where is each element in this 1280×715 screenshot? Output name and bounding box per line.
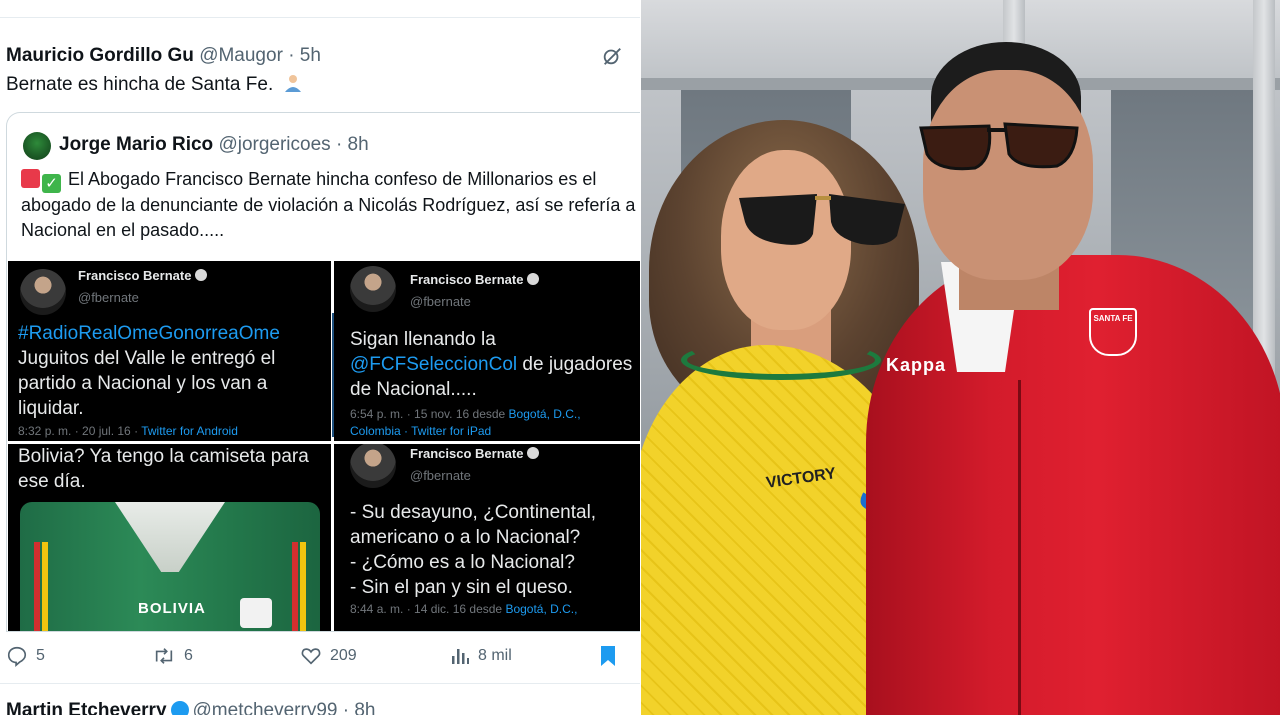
next-tweet-header: Martin Etcheverry @metcheverry99 · 8h (6, 700, 376, 715)
embedded-tweet-text: Bolivia? Ya tengo la camiseta para ese d… (18, 446, 309, 492)
retweet-icon (155, 648, 173, 664)
avatar (350, 266, 396, 312)
media-image-1[interactable]: Francisco Bernate @fbernate #RadioRealOm… (8, 261, 331, 441)
separator-dot: · (342, 700, 350, 715)
avatar (350, 444, 396, 488)
media-image-3[interactable]: Bolivia? Ya tengo la camiseta para ese d… (8, 444, 331, 631)
views-icon (452, 649, 469, 664)
sunglasses-icon (739, 194, 905, 245)
couple-photo: VICTORY fresh Kappa SANTA FE (641, 0, 1280, 715)
views-button[interactable]: 8 mil (450, 640, 512, 672)
check-mark-icon: ✓ (42, 174, 61, 193)
author-name[interactable]: Mauricio Gordillo Gu (6, 45, 194, 66)
jacket-brand: Kappa (886, 355, 947, 375)
embedded-author-handle: @fbernate (78, 290, 139, 305)
quoted-author-handle[interactable]: @jorgericoes (218, 134, 330, 155)
tweet-actions: 5 6 209 8 mil (0, 640, 640, 672)
quoted-tweet-time[interactable]: 8h (348, 134, 369, 155)
crest-icon (240, 598, 272, 628)
retweet-count: 6 (184, 647, 193, 664)
separator-dot: · (335, 134, 343, 155)
quoted-tweet[interactable]: Jorge Mario Rico @jorgericoes · 8h ✓ El … (6, 112, 640, 632)
red-jacket (866, 255, 1280, 715)
embedded-tweet-text: Sigan llenando la @FCFSeleccionCol de ju… (350, 327, 640, 402)
next-tweet-time[interactable]: 8h (354, 700, 375, 715)
avatar[interactable] (23, 132, 51, 160)
tweet-screenshot: Mauricio Gordillo Gu @Maugor · 5h Bernat… (0, 0, 640, 715)
divider (0, 17, 640, 18)
reply-button[interactable]: 5 (6, 640, 45, 672)
next-author-name[interactable]: Martin Etcheverry (6, 700, 167, 715)
embedded-meta: 8:44 a. m. · 14 dic. 16 desde Bogotá, D.… (350, 602, 578, 616)
embedded-meta-line2: Colombia · Twitter for iPad (350, 424, 492, 438)
embedded-author-handle: @fbernate (410, 294, 471, 309)
hashtag-link: #RadioRealOmeGonorreaOme (18, 323, 280, 344)
avatar (20, 269, 66, 315)
verified-icon (170, 701, 189, 715)
embedded-tweet-text: - Su desayuno, ¿Continental, americano o… (350, 502, 597, 598)
mention-link: @FCFSeleccionCol (350, 354, 518, 375)
sunglasses-icon (919, 122, 1079, 171)
embedded-body: Sigan llenando la (350, 329, 496, 350)
embedded-author-name: Francisco Bernate (78, 268, 208, 283)
jersey-collar (681, 340, 881, 380)
verified-icon (527, 273, 540, 285)
embedded-meta: 6:54 p. m. · 15 nov. 16 desde Bogotá, D.… (350, 407, 581, 421)
heart-icon (301, 648, 321, 665)
siren-icon (21, 169, 40, 188)
embedded-author-name: Francisco Bernate (410, 272, 540, 287)
tweet-time[interactable]: 5h (300, 45, 321, 66)
embedded-body: Juguitos del Valle le entregó el partido… (18, 348, 276, 419)
jersey-photo: BOLIVIA (20, 502, 320, 631)
media-image-4[interactable]: Francisco Bernate @fbernate - Su desayun… (334, 444, 640, 631)
views-count: 8 mil (478, 647, 512, 664)
man-face (923, 70, 1093, 280)
author-handle[interactable]: @Maugor (199, 45, 283, 66)
media-image-2[interactable]: Francisco Bernate @fbernate Sigan llenan… (334, 261, 640, 441)
embedded-tweet-text: #RadioRealOmeGonorreaOme Juguitos del Va… (18, 321, 323, 421)
jacket-zipper (1018, 380, 1021, 715)
grok-icon[interactable] (601, 45, 623, 67)
divider (0, 683, 640, 684)
separator-dot: · (288, 45, 295, 66)
tweet-header: Mauricio Gordillo Gu @Maugor · 5h (6, 45, 321, 67)
quoted-tweet-header: Jorge Mario Rico @jorgericoes · 8h (59, 134, 369, 156)
tweet-text-content: Bernate es hincha de Santa Fe. (6, 74, 274, 95)
embedded-author-name: Francisco Bernate (410, 446, 540, 461)
media-grid: Francisco Bernate @fbernate #RadioRealOm… (7, 261, 640, 631)
like-button[interactable]: 209 (300, 640, 357, 672)
bookmark-button[interactable] (598, 640, 626, 672)
jersey-text: BOLIVIA (138, 600, 206, 617)
retweet-button[interactable]: 6 (152, 640, 193, 672)
quoted-text-content: El Abogado Francisco Bernate hincha conf… (21, 169, 636, 240)
embedded-meta: 8:32 p. m. · 20 jul. 16 · Twitter for An… (18, 424, 238, 438)
quoted-tweet-text: ✓ El Abogado Francisco Bernate hincha co… (21, 167, 636, 243)
verified-icon (195, 269, 208, 281)
verified-icon (527, 447, 540, 459)
person-shrugging-icon (284, 75, 301, 92)
next-author-handle[interactable]: @metcheverry99 (193, 700, 338, 715)
santa-fe-badge: SANTA FE (1089, 308, 1137, 356)
reply-count: 5 (36, 647, 45, 664)
embedded-author-handle: @fbernate (410, 468, 471, 483)
like-count: 209 (330, 647, 357, 664)
reply-icon (7, 646, 27, 667)
quoted-author-name[interactable]: Jorge Mario Rico (59, 134, 213, 155)
bookmark-icon (601, 646, 615, 666)
tweet-text: Bernate es hincha de Santa Fe. (6, 73, 303, 96)
